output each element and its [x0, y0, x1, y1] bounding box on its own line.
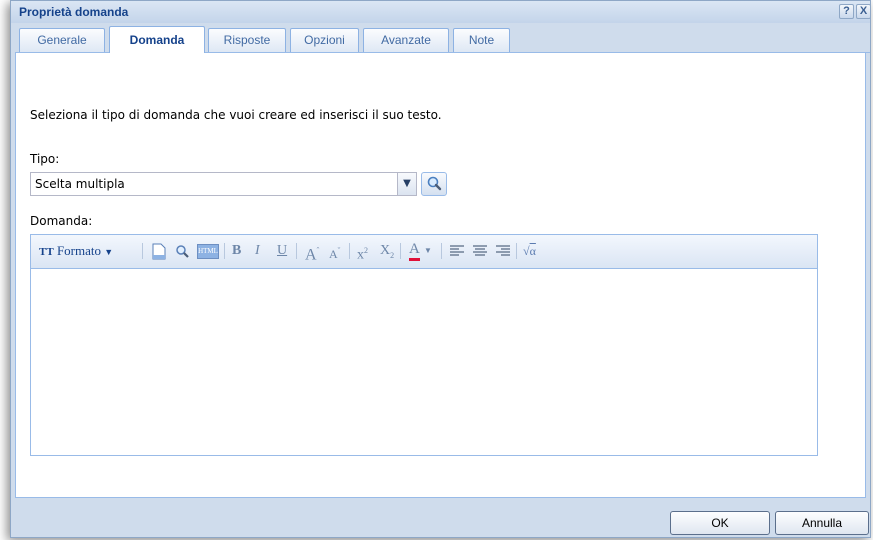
chevron-down-icon[interactable]: ▼ [397, 173, 416, 195]
chevron-down-icon[interactable]: ▼ [424, 242, 432, 260]
increase-font-icon[interactable]: Aˆ [305, 242, 319, 263]
cancel-button[interactable]: Annulla [775, 511, 869, 535]
subscript-icon[interactable]: X2 [380, 242, 394, 260]
question-text-area[interactable] [31, 269, 817, 455]
search-button[interactable] [421, 172, 447, 196]
toolbar-divider [516, 243, 517, 259]
underline-icon[interactable]: U [277, 242, 287, 260]
tab-note[interactable]: Note [453, 28, 510, 53]
toolbar-divider [142, 243, 143, 259]
tab-avanzate[interactable]: Avanzate [363, 28, 449, 53]
question-editor: TT Formato ▼ HTML B I U Aˆ Aˇ x2 X2 A ▼ [30, 234, 818, 456]
bold-icon[interactable]: B [232, 242, 241, 260]
tab-risposte[interactable]: Risposte [208, 28, 286, 53]
formula-icon[interactable]: √α [523, 242, 536, 260]
html-source-icon[interactable]: HTML [197, 244, 219, 259]
close-button[interactable]: X [856, 4, 871, 19]
toolbar-divider [400, 243, 401, 259]
ok-button[interactable]: OK [670, 511, 770, 535]
find-icon[interactable] [173, 242, 191, 260]
superscript-icon[interactable]: x2 [357, 242, 368, 263]
magnifier-icon [427, 176, 442, 191]
tab-domanda[interactable]: Domanda [109, 26, 205, 53]
help-button[interactable]: ? [839, 4, 854, 19]
intro-text: Seleziona il tipo di domanda che vuoi cr… [30, 108, 442, 122]
italic-icon[interactable]: I [255, 242, 260, 260]
align-right-icon[interactable] [495, 244, 511, 262]
new-document-icon[interactable] [151, 243, 167, 261]
font-color-icon[interactable]: A [409, 242, 420, 261]
format-label: Formato [56, 243, 101, 258]
toolbar-divider [349, 243, 350, 259]
tab-generale[interactable]: Generale [19, 28, 105, 53]
toolbar-divider [296, 243, 297, 259]
tab-opzioni[interactable]: Opzioni [290, 28, 359, 53]
toolbar-divider [441, 243, 442, 259]
question-label: Domanda: [30, 214, 93, 228]
decrease-font-icon[interactable]: Aˇ [329, 242, 340, 261]
dialog-title: Proprietà domanda [19, 5, 129, 19]
chevron-down-icon: ▼ [104, 247, 114, 257]
type-select-value: Scelta multipla [35, 177, 125, 191]
editor-toolbar: TT Formato ▼ HTML B I U Aˆ Aˇ x2 X2 A ▼ [31, 235, 817, 269]
toolbar-divider [224, 243, 225, 259]
format-dropdown[interactable]: TT Formato ▼ [39, 242, 113, 260]
font-icon: TT [39, 246, 54, 258]
align-left-icon[interactable] [449, 244, 465, 262]
dialog-titlebar[interactable]: Proprietà domanda ? X [11, 1, 871, 23]
align-center-icon[interactable] [472, 244, 488, 262]
type-select[interactable]: Scelta multipla ▼ [30, 172, 417, 196]
type-label: Tipo: [30, 152, 60, 166]
